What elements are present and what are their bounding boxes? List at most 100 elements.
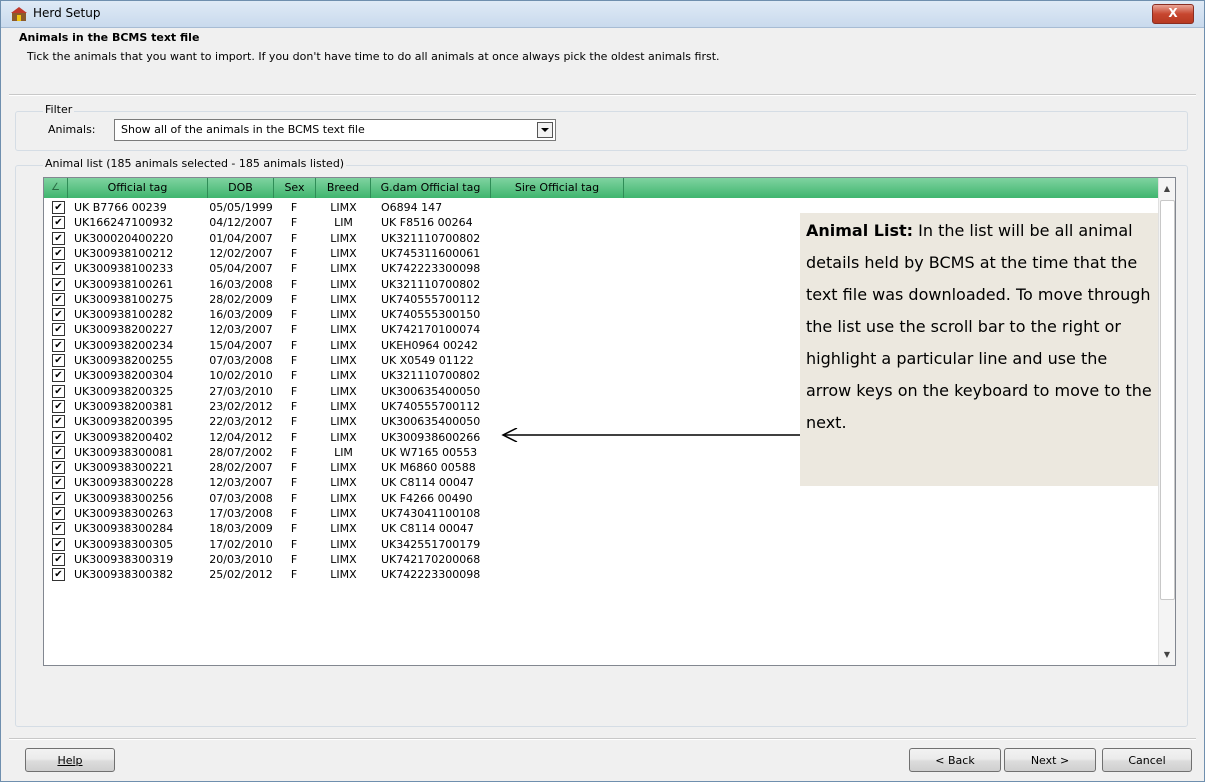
gdam-tag-cell: UK300635400050 (381, 415, 481, 429)
scrollbar-thumb[interactable] (1160, 200, 1175, 600)
column-sex[interactable]: Sex (274, 178, 316, 198)
scroll-up-icon[interactable]: ▲ (1159, 180, 1175, 197)
breed-cell: LIMX (330, 292, 357, 306)
row-checkbox[interactable]: ✔ (52, 522, 65, 536)
table-row[interactable]: ✔ UK300938300284 18/03/2009 F LIMX UK C8114 0… (44, 521, 1158, 536)
gdam-tag-cell: UK742223300098 (381, 568, 481, 582)
official-tag-cell: UK300938300221 (74, 461, 174, 475)
official-tag-cell: UK B7766 00239 (74, 201, 167, 214)
gdam-tag-cell: UK745311600061 (381, 246, 481, 260)
help-button[interactable]: Help (25, 748, 115, 772)
dob-cell: 22/03/2012 (209, 415, 273, 429)
official-tag-cell: UK166247100932 (74, 216, 174, 230)
row-checkbox[interactable]: ✔ (52, 216, 65, 230)
official-tag-cell: UK300938200227 (74, 323, 174, 337)
official-tag-cell: UK300938100261 (74, 277, 174, 291)
gdam-tag-cell: UK300938600266 (381, 430, 481, 444)
table-row[interactable]: ✔ UK300938300305 17/02/2010 F LIMX UK34255170… (44, 537, 1158, 552)
sex-cell: F (290, 445, 298, 459)
breed-cell: LIMX (330, 354, 357, 367)
row-checkbox[interactable]: ✔ (52, 384, 65, 398)
row-checkbox[interactable]: ✔ (52, 262, 65, 276)
next-button[interactable]: Next > (1004, 748, 1096, 772)
dob-cell: 15/04/2007 (209, 338, 273, 352)
breed-cell: LIMX (330, 507, 357, 520)
gdam-tag-cell: UK321110700802 (381, 369, 481, 383)
gdam-tag-cell: UK X0549 01122 (381, 354, 474, 367)
callout-arrow-icon (501, 428, 801, 442)
window-title: Herd Setup (33, 6, 101, 20)
row-checkbox[interactable]: ✔ (52, 568, 65, 582)
row-checkbox[interactable]: ✔ (52, 308, 65, 322)
animals-filter-select[interactable]: Show all of the animals in the BCMS text… (114, 119, 556, 141)
sex-cell: F (290, 507, 298, 520)
column-dob[interactable]: DOB (208, 178, 274, 198)
breed-cell: LIM (334, 216, 353, 230)
row-checkbox[interactable]: ✔ (52, 476, 65, 490)
row-checkbox[interactable]: ✔ (52, 369, 65, 383)
column-official-tag[interactable]: Official tag (68, 178, 208, 198)
sex-cell: F (290, 552, 298, 566)
dob-cell: 18/03/2009 (209, 522, 273, 536)
row-checkbox[interactable]: ✔ (52, 430, 65, 444)
dob-cell: 16/03/2008 (209, 277, 273, 291)
column-gdam-official-tag[interactable]: G.dam Official tag (371, 178, 491, 198)
row-checkbox[interactable]: ✔ (52, 354, 65, 367)
close-button[interactable]: X (1152, 4, 1194, 24)
breed-cell: LIMX (330, 308, 357, 322)
dob-cell: 01/04/2007 (209, 231, 273, 245)
dropdown-arrow-icon[interactable] (537, 122, 553, 138)
table-row[interactable]: ✔ UK300938300319 20/03/2010 F LIMX UK74217020… (44, 552, 1158, 567)
row-checkbox[interactable]: ✔ (52, 552, 65, 566)
callout-text: In the list will be all animal details h… (806, 221, 1152, 432)
animals-filter-value: Show all of the animals in the BCMS text… (121, 123, 365, 136)
sex-cell: F (290, 262, 298, 276)
gdam-tag-cell: UK W7165 00553 (381, 445, 478, 459)
sex-cell: F (290, 216, 298, 230)
row-checkbox[interactable]: ✔ (52, 399, 65, 413)
gdam-tag-cell: UK321110700802 (381, 231, 481, 245)
row-checkbox[interactable]: ✔ (52, 338, 65, 352)
official-tag-cell: UK300938200304 (74, 369, 174, 383)
breed-cell: LIMX (330, 369, 357, 383)
dob-cell: 28/02/2009 (209, 292, 273, 306)
row-checkbox[interactable]: ✔ (52, 415, 65, 429)
sex-cell: F (290, 522, 298, 536)
table-row[interactable]: ✔ UK300938300382 25/02/2012 F LIMX UK74222330… (44, 567, 1158, 582)
table-row[interactable]: ✔ UK300938300256 07/03/2008 F LIMX UK F4266 0… (44, 491, 1158, 506)
row-checkbox[interactable]: ✔ (52, 323, 65, 337)
dob-cell: 05/04/2007 (209, 262, 273, 276)
breed-cell: LIMX (330, 552, 357, 566)
dob-cell: 07/03/2008 (209, 354, 273, 367)
row-checkbox[interactable]: ✔ (52, 537, 65, 551)
sex-cell: F (290, 384, 298, 398)
row-checkbox[interactable]: ✔ (52, 461, 65, 475)
column-sire-official-tag[interactable]: Sire Official tag (491, 178, 624, 198)
dob-cell: 16/03/2009 (209, 308, 273, 322)
row-checkbox[interactable]: ✔ (52, 231, 65, 245)
row-checkbox[interactable]: ✔ (52, 491, 65, 505)
table-row[interactable]: ✔ UK300938300263 17/03/2008 F LIMX UK74304110… (44, 506, 1158, 521)
scroll-down-icon[interactable]: ▼ (1159, 646, 1175, 663)
dob-cell: 27/03/2010 (209, 384, 273, 398)
row-checkbox[interactable]: ✔ (52, 246, 65, 260)
vertical-scrollbar[interactable]: ▲ ▼ (1158, 178, 1175, 665)
official-tag-cell: UK300938300284 (74, 522, 174, 536)
wizard-header: Animals in the BCMS text file Tick the a… (1, 28, 1204, 76)
animal-list-group-label: Animal list (185 animals selected - 185 … (43, 157, 347, 170)
column-breed[interactable]: Breed (316, 178, 371, 198)
row-checkbox[interactable]: ✔ (52, 277, 65, 291)
filter-group-label: Filter (43, 103, 75, 116)
official-tag-cell: UK300938300382 (74, 568, 174, 582)
row-checkbox[interactable]: ✔ (52, 292, 65, 306)
animals-filter-label: Animals: (48, 123, 96, 136)
cancel-button[interactable]: Cancel (1102, 748, 1192, 772)
row-checkbox[interactable]: ✔ (52, 201, 65, 214)
breed-cell: LIMX (330, 323, 357, 337)
dob-cell: 07/03/2008 (209, 491, 273, 505)
row-checkbox[interactable]: ✔ (52, 507, 65, 520)
row-checkbox[interactable]: ✔ (52, 445, 65, 459)
back-button[interactable]: < Back (909, 748, 1001, 772)
official-tag-cell: UK300938100212 (74, 246, 174, 260)
sort-column-icon[interactable]: ∠ (44, 178, 68, 198)
